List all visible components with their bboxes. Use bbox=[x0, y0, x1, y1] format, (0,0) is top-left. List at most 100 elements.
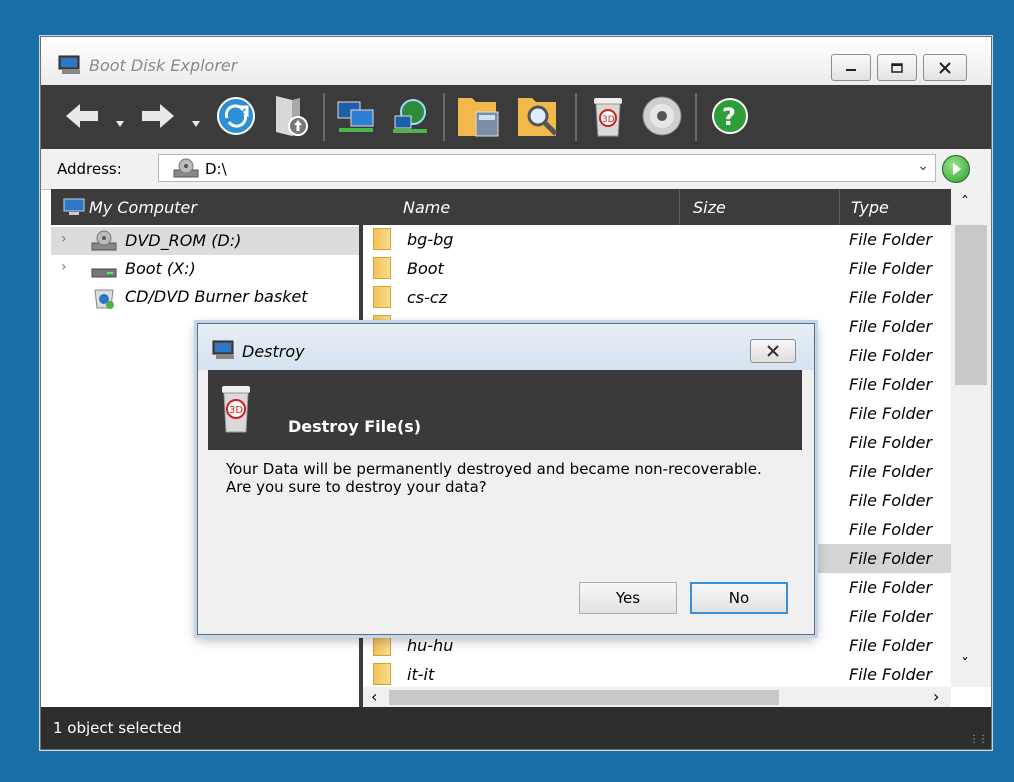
dialog-message: Your Data will be permanently destroyed … bbox=[226, 460, 762, 496]
file-type: File Folder bbox=[849, 346, 933, 365]
destroy-bin-icon[interactable]: 3D bbox=[583, 92, 633, 140]
column-divider[interactable] bbox=[679, 189, 680, 225]
file-type: File Folder bbox=[849, 665, 933, 684]
up-folder-icon[interactable] bbox=[265, 92, 315, 140]
file-type: File Folder bbox=[849, 520, 933, 539]
dialog-heading: Destroy File(s) bbox=[288, 417, 422, 436]
folder-calculator-icon[interactable] bbox=[451, 92, 507, 140]
svg-text:3D: 3D bbox=[602, 115, 615, 125]
network-globe-icon[interactable] bbox=[385, 92, 435, 140]
file-type: File Folder bbox=[849, 230, 933, 249]
horizontal-scrollbar[interactable]: ‹ › bbox=[363, 687, 951, 707]
forward-icon[interactable] bbox=[133, 92, 183, 140]
file-type: File Folder bbox=[849, 491, 933, 510]
toolbar-separator bbox=[323, 93, 325, 141]
status-bar: 1 object selected ⋮⋮ bbox=[41, 707, 991, 749]
file-type: File Folder bbox=[849, 404, 933, 423]
svg-text:3D: 3D bbox=[229, 405, 243, 416]
tree-item-dvd-rom[interactable]: › DVD_ROM (D:) bbox=[51, 227, 359, 255]
status-text: 1 object selected bbox=[53, 719, 182, 737]
file-type: File Folder bbox=[849, 317, 933, 336]
network-computers-icon[interactable] bbox=[331, 92, 381, 140]
scroll-up-icon[interactable]: ˆ bbox=[961, 193, 969, 212]
minimize-button[interactable] bbox=[831, 54, 871, 81]
column-header-size[interactable]: Size bbox=[693, 198, 726, 217]
tree-item-boot[interactable]: › Boot (X:) bbox=[51, 255, 359, 283]
yes-button[interactable]: Yes bbox=[579, 582, 677, 614]
file-type: File Folder bbox=[849, 549, 933, 568]
file-row[interactable]: bg-bg File Folder bbox=[363, 225, 951, 254]
file-name: bg-bg bbox=[407, 230, 454, 249]
destroy-dialog: Destroy 3D Destroy File(s) Your Data wil… bbox=[197, 323, 815, 635]
title-bar[interactable]: Boot Disk Explorer bbox=[41, 37, 991, 86]
file-name: Boot bbox=[407, 259, 444, 278]
scroll-down-icon[interactable]: ˇ bbox=[961, 655, 969, 674]
dialog-close-button[interactable] bbox=[750, 339, 796, 363]
file-type: File Folder bbox=[849, 578, 933, 597]
address-label: Address: bbox=[57, 160, 122, 178]
no-button[interactable]: No bbox=[690, 582, 788, 614]
dialog-message-line: Are you sure to destroy your data? bbox=[226, 478, 487, 496]
dialog-title: Destroy bbox=[242, 342, 305, 361]
scroll-right-icon[interactable]: › bbox=[933, 687, 939, 706]
window-title: Boot Disk Explorer bbox=[89, 56, 238, 75]
vertical-scrollbar[interactable]: ˆ ˇ bbox=[951, 189, 991, 687]
chevron-down-icon[interactable]: ⌄ bbox=[917, 158, 929, 174]
file-name: it-it bbox=[407, 665, 435, 684]
my-computer-label: My Computer bbox=[89, 198, 197, 217]
file-type: File Folder bbox=[849, 288, 933, 307]
destroy-bin-icon: 3D bbox=[216, 384, 256, 438]
computer-icon bbox=[63, 198, 85, 220]
address-bar: Address: D:\ ⌄ bbox=[41, 149, 991, 190]
refresh-icon[interactable] bbox=[211, 92, 261, 140]
file-row[interactable]: cs-cz File Folder bbox=[363, 283, 951, 312]
column-header-type[interactable]: Type bbox=[851, 198, 889, 217]
file-row[interactable]: hu-hu File Folder bbox=[363, 631, 951, 660]
address-field[interactable]: D:\ ⌄ bbox=[158, 154, 936, 182]
tree-item-label: DVD_ROM (D:) bbox=[125, 231, 242, 250]
file-type: File Folder bbox=[849, 259, 933, 278]
folder-icon bbox=[373, 228, 391, 250]
chevron-right-icon[interactable]: › bbox=[61, 259, 67, 275]
folder-icon bbox=[373, 257, 391, 279]
resize-grip-icon[interactable]: ⋮⋮ bbox=[969, 734, 988, 745]
file-type: File Folder bbox=[849, 462, 933, 481]
horizontal-scroll-thumb[interactable] bbox=[389, 690, 779, 705]
vertical-scroll-thumb[interactable] bbox=[955, 225, 987, 385]
chevron-right-icon[interactable]: › bbox=[61, 231, 67, 247]
back-icon[interactable] bbox=[57, 92, 107, 140]
file-name: hu-hu bbox=[407, 636, 454, 655]
scroll-left-icon[interactable]: ‹ bbox=[371, 687, 377, 706]
tree-item-label: Boot (X:) bbox=[125, 259, 196, 278]
toolbar: 3D ? bbox=[41, 85, 991, 149]
my-computer-header[interactable]: My Computer bbox=[51, 189, 359, 225]
dialog-message-line: Your Data will be permanently destroyed … bbox=[226, 460, 762, 478]
file-type: File Folder bbox=[849, 636, 933, 655]
close-button[interactable] bbox=[923, 54, 967, 81]
column-divider[interactable] bbox=[839, 189, 840, 225]
toolbar-separator bbox=[695, 93, 697, 141]
help-icon[interactable]: ? bbox=[705, 92, 755, 140]
back-dropdown-icon[interactable] bbox=[111, 109, 129, 139]
burner-basket-icon bbox=[91, 286, 117, 314]
go-button[interactable] bbox=[942, 155, 970, 183]
file-row[interactable]: Boot File Folder bbox=[363, 254, 951, 283]
dvd-drive-icon bbox=[173, 158, 199, 182]
address-value: D:\ bbox=[205, 160, 227, 178]
column-header-name[interactable]: Name bbox=[403, 198, 450, 217]
maximize-button[interactable] bbox=[877, 54, 917, 81]
dialog-title-bar[interactable]: Destroy bbox=[198, 324, 814, 370]
folder-search-icon[interactable] bbox=[511, 92, 567, 140]
svg-text:?: ? bbox=[722, 103, 736, 131]
column-header-row: Name Size Type bbox=[363, 189, 951, 225]
dvd-drive-icon bbox=[91, 230, 117, 256]
file-row[interactable]: it-it File Folder bbox=[363, 660, 951, 689]
file-name: cs-cz bbox=[407, 288, 448, 307]
dialog-header-band: 3D Destroy File(s) bbox=[208, 370, 802, 450]
folder-icon bbox=[373, 634, 391, 656]
file-type: File Folder bbox=[849, 607, 933, 626]
forward-dropdown-icon[interactable] bbox=[187, 109, 205, 139]
disc-icon[interactable] bbox=[637, 92, 687, 140]
tree-item-burner-basket[interactable]: CD/DVD Burner basket bbox=[51, 283, 359, 311]
toolbar-separator bbox=[575, 93, 577, 141]
